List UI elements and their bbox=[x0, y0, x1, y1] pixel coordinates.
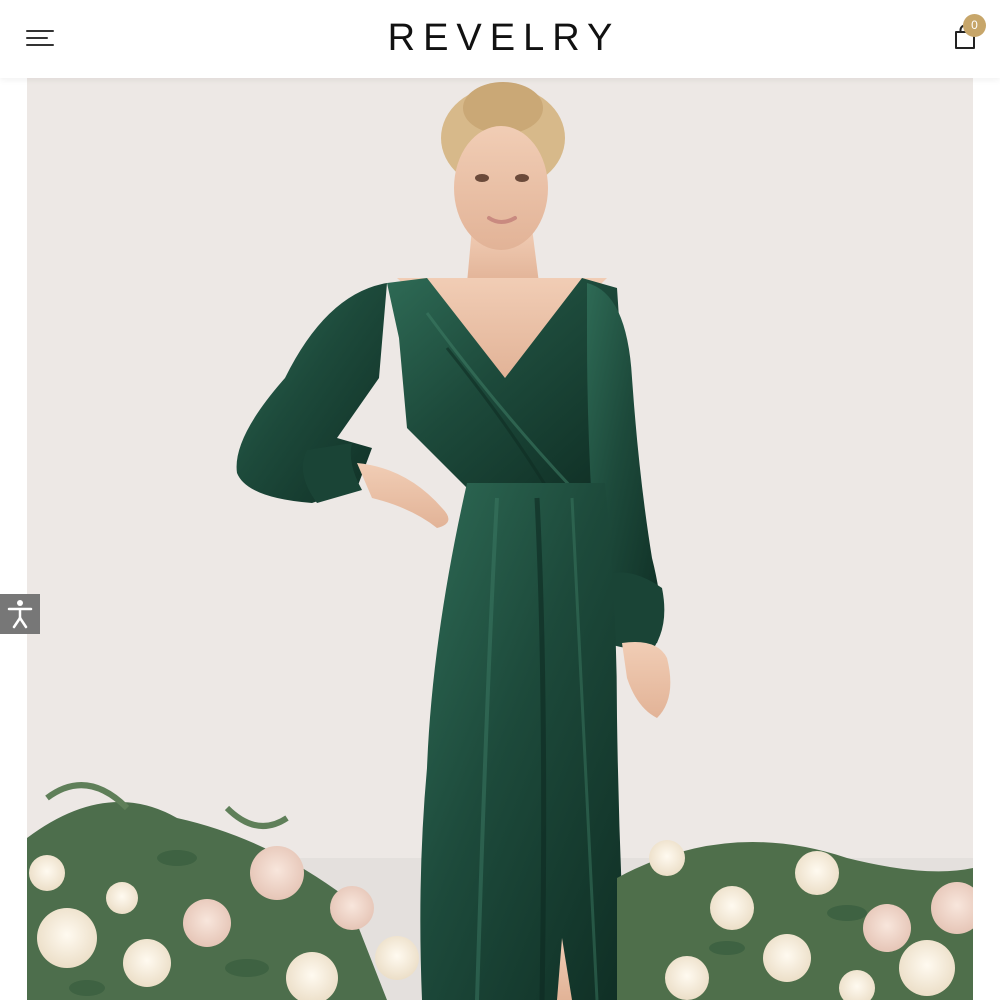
right-gutter bbox=[973, 78, 1000, 1000]
hero-illustration bbox=[27, 78, 973, 1000]
brand-logo[interactable]: REVELRY bbox=[300, 14, 700, 62]
cart-count-badge[interactable]: 0 bbox=[963, 14, 986, 37]
hero-product-image[interactable] bbox=[27, 78, 973, 1000]
hamburger-menu-icon[interactable] bbox=[26, 28, 56, 48]
accessibility-person-icon[interactable] bbox=[0, 594, 40, 634]
site-header: REVELRY 0 bbox=[0, 0, 1000, 78]
